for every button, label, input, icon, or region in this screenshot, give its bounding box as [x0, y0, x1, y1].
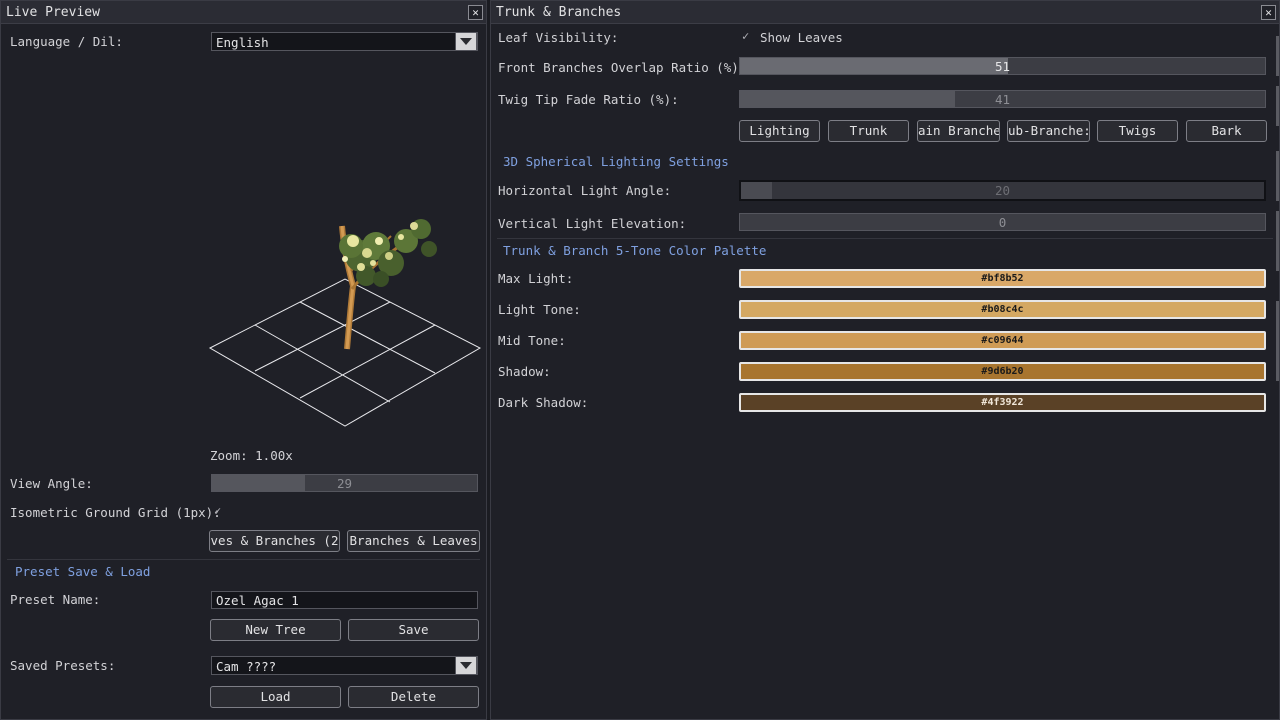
divider — [7, 559, 480, 560]
horizontal-light-angle-label: Horizontal Light Angle: — [498, 183, 672, 198]
scrollbar-thumb[interactable] — [1276, 301, 1279, 381]
palette-swatch-max-light[interactable]: #bf8b52 — [739, 269, 1266, 288]
scrollbar-thumb[interactable] — [1276, 211, 1279, 271]
twig-fade-value: 41 — [994, 92, 1011, 107]
tab-main-branches[interactable]: ain Branche — [917, 120, 1000, 142]
tab-lighting[interactable]: Lighting — [739, 120, 820, 142]
chevron-down-icon[interactable] — [455, 32, 477, 51]
view-angle-slider[interactable]: 29 — [211, 474, 478, 492]
grid-label: Isometric Ground Grid (1px): — [10, 505, 221, 520]
grid-checkbox[interactable]: ✓ — [214, 504, 221, 518]
isometric-ground-grid — [208, 278, 482, 427]
scrollbar-thumb[interactable] — [1276, 86, 1279, 126]
saved-presets-value: Cam ???? — [216, 659, 277, 674]
save-button[interactable]: Save — [348, 619, 479, 641]
tree-sprite — [339, 219, 437, 350]
vertical-light-elevation-slider[interactable]: 0 — [739, 213, 1266, 231]
load-button[interactable]: Load — [210, 686, 341, 708]
palette-label-mid-tone: Mid Tone: — [498, 333, 566, 348]
chevron-down-icon[interactable] — [455, 656, 477, 675]
twig-fade-label: Twig Tip Fade Ratio (%): — [498, 92, 679, 107]
palette-swatch-mid-tone[interactable]: #c09644 — [739, 331, 1266, 350]
preset-name-input[interactable]: Ozel Agac 1 — [211, 591, 478, 609]
live-preview-titlebar[interactable]: Live Preview ✕ — [1, 1, 486, 24]
new-tree-button[interactable]: New Tree — [210, 619, 341, 641]
leaf-visibility-label: Leaf Visibility: — [498, 30, 619, 45]
language-select[interactable]: English — [211, 32, 478, 51]
tree-preview-viewport[interactable] — [201, 201, 486, 436]
view-angle-label: View Angle: — [10, 476, 93, 491]
front-overlap-slider[interactable]: 51 — [739, 57, 1266, 75]
trunk-branches-panel: Trunk & Branches ✕ Leaf Visibility: ✓ Sh… — [490, 0, 1280, 720]
palette-label-shadow: Shadow: — [498, 364, 551, 379]
palette-label-dark-shadow: Dark Shadow: — [498, 395, 589, 410]
lighting-section-header: 3D Spherical Lighting Settings — [503, 154, 729, 169]
view-mode-leaves-branches-button[interactable]: ves & Branches (2 — [209, 530, 340, 552]
scrollbar-thumb[interactable] — [1276, 151, 1279, 201]
front-overlap-label: Front Branches Overlap Ratio (%): — [498, 60, 747, 75]
palette-section-header: Trunk & Branch 5-Tone Color Palette — [503, 243, 767, 258]
preset-name-value: Ozel Agac 1 — [216, 593, 299, 608]
scrollbar-thumb[interactable] — [1276, 36, 1279, 76]
divider — [497, 238, 1273, 239]
show-leaves-label[interactable]: Show Leaves — [760, 30, 843, 45]
palette-swatch-light-tone[interactable]: #b08c4c — [739, 300, 1266, 319]
vertical-light-elevation-value: 0 — [998, 215, 1007, 230]
palette-label-light-tone: Light Tone: — [498, 302, 581, 317]
tab-twigs[interactable]: Twigs — [1097, 120, 1178, 142]
preset-name-label: Preset Name: — [10, 592, 101, 607]
palette-label-max-light: Max Light: — [498, 271, 574, 286]
horizontal-light-angle-slider[interactable]: 20 — [739, 180, 1266, 201]
show-leaves-checkbox[interactable]: ✓ — [742, 29, 749, 43]
language-value: English — [216, 35, 269, 50]
vertical-light-elevation-label: Vertical Light Elevation: — [498, 216, 687, 231]
zoom-level: Zoom: 1.00x — [210, 448, 293, 463]
front-overlap-value: 51 — [994, 59, 1011, 74]
view-angle-value: 29 — [336, 476, 353, 491]
palette-swatch-dark-shadow[interactable]: #4f3922 — [739, 393, 1266, 412]
close-icon[interactable]: ✕ — [1261, 5, 1276, 20]
close-icon[interactable]: ✕ — [468, 5, 483, 20]
palette-swatch-shadow[interactable]: #9d6b20 — [739, 362, 1266, 381]
horizontal-light-angle-value: 20 — [994, 183, 1011, 198]
live-preview-panel: Live Preview ✕ Language / Dil: English Z… — [0, 0, 487, 720]
live-preview-title: Live Preview — [6, 5, 100, 20]
saved-presets-label: Saved Presets: — [10, 658, 116, 673]
delete-button[interactable]: Delete — [348, 686, 479, 708]
preset-section-header: Preset Save & Load — [15, 564, 151, 579]
tab-trunk[interactable]: Trunk — [828, 120, 909, 142]
twig-fade-slider[interactable]: 41 — [739, 90, 1266, 108]
trunk-branches-title: Trunk & Branches — [496, 5, 622, 20]
tab-bark[interactable]: Bark — [1186, 120, 1267, 142]
trunk-branches-titlebar[interactable]: Trunk & Branches ✕ — [491, 1, 1279, 24]
language-label: Language / Dil: — [10, 34, 123, 49]
view-mode-branches-leaves-button[interactable]: Branches & Leaves — [347, 530, 480, 552]
saved-presets-select[interactable]: Cam ???? — [211, 656, 478, 675]
tab-sub-branches[interactable]: ub-Branche: — [1007, 120, 1090, 142]
